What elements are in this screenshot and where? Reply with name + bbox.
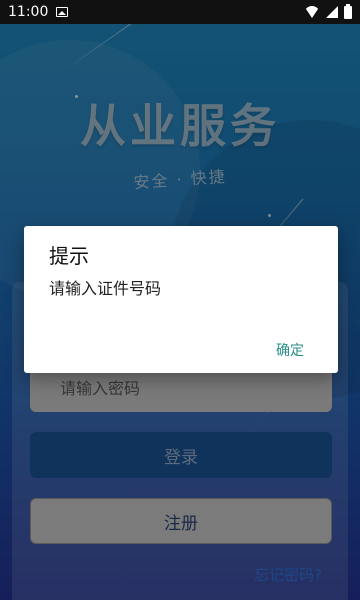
- status-right: [304, 3, 352, 19]
- dialog-message: 请输入证件号码: [49, 279, 162, 298]
- image-notification-icon: [56, 7, 69, 17]
- dialog-title: 提示: [49, 244, 89, 268]
- battery-icon: [344, 3, 352, 19]
- status-bar: 11:00: [0, 0, 360, 24]
- status-left: 11:00: [8, 4, 69, 20]
- dialog-confirm-button[interactable]: 确定: [272, 338, 308, 362]
- alert-dialog: 提示 请输入证件号码 确定: [24, 226, 338, 373]
- wifi-icon: [304, 6, 320, 18]
- signal-icon: [326, 6, 338, 18]
- status-time: 11:00: [8, 4, 49, 20]
